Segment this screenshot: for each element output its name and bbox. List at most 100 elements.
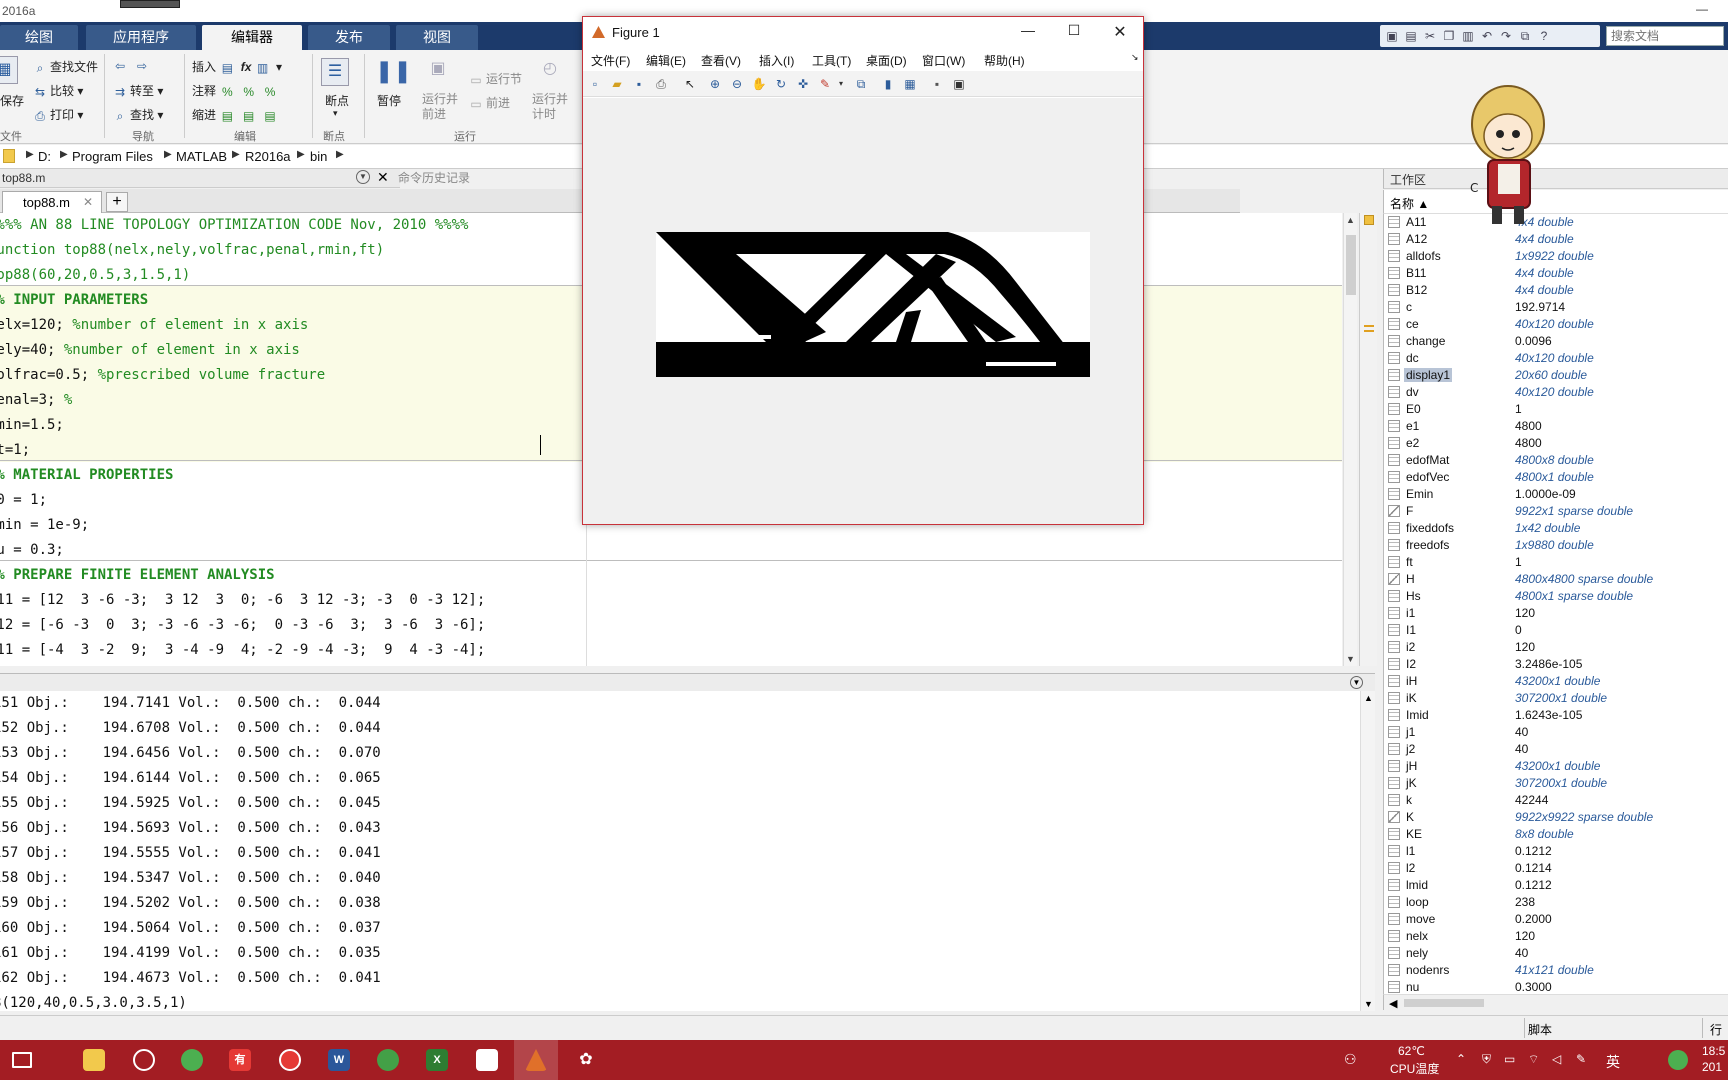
- warning-marker[interactable]: [1364, 330, 1374, 332]
- run-and-time-button[interactable]: 运行并 计时: [532, 92, 568, 122]
- workspace-row[interactable]: F 9922x1 sparse double: [1384, 503, 1728, 520]
- workspace-row[interactable]: j2 40: [1384, 741, 1728, 758]
- save-button[interactable]: 保存: [0, 92, 24, 109]
- figure-title-bar[interactable]: Figure 1 — ☐ ✕: [583, 17, 1143, 47]
- workspace-row[interactable]: nodenrs 41x121 double: [1384, 962, 1728, 979]
- clock-date[interactable]: 201: [1702, 1060, 1722, 1074]
- workspace-row[interactable]: KE 8x8 double: [1384, 826, 1728, 843]
- rotate-icon[interactable]: ↻: [773, 76, 789, 92]
- redo-icon[interactable]: ↷: [1498, 28, 1514, 44]
- panel-options-icon[interactable]: ▼: [356, 170, 370, 184]
- menu-help[interactable]: 帮助(H): [984, 52, 1025, 69]
- workspace-row[interactable]: iH 43200x1 double: [1384, 673, 1728, 690]
- command-history-label[interactable]: 命令历史记录: [398, 169, 470, 186]
- youdao-icon[interactable]: 有: [229, 1049, 251, 1071]
- clock-time[interactable]: 18:5: [1702, 1044, 1725, 1058]
- workspace-row[interactable]: jH 43200x1 double: [1384, 758, 1728, 775]
- netease-music-icon[interactable]: [279, 1049, 301, 1071]
- workspace-row[interactable]: E0 1: [1384, 401, 1728, 418]
- legend-icon[interactable]: ▦: [902, 76, 918, 92]
- data-cursor-icon[interactable]: ✜: [795, 76, 811, 92]
- workspace-row[interactable]: l1 0.1212: [1384, 843, 1728, 860]
- close-tab-icon[interactable]: ✕: [83, 195, 93, 209]
- scroll-down-icon[interactable]: ▼: [1364, 999, 1373, 1009]
- code-line[interactable]: B11 = [-4 3 -2 9; 3 -4 -9 4; -2 -9 -4 -3…: [0, 638, 1330, 663]
- workspace-row[interactable]: ce 40x120 double: [1384, 316, 1728, 333]
- goto-button[interactable]: ⇉ 转至 ▾: [112, 82, 163, 100]
- task-view-icon[interactable]: [12, 1052, 32, 1068]
- workspace-row[interactable]: Emin 1.0000e-09: [1384, 486, 1728, 503]
- breadcrumb-r2016a[interactable]: R2016a: [245, 149, 291, 164]
- network-monitor-icon[interactable]: [1668, 1050, 1688, 1070]
- tab-publish[interactable]: 发布: [308, 25, 390, 50]
- workspace-row[interactable]: H 4800x4800 sparse double: [1384, 571, 1728, 588]
- volume-icon[interactable]: ◁: [1552, 1052, 1561, 1066]
- workspace-row[interactable]: Hs 4800x1 sparse double: [1384, 588, 1728, 605]
- workspace-row[interactable]: nely 40: [1384, 945, 1728, 962]
- breakpoints-button[interactable]: 断点: [325, 92, 349, 109]
- zoom-in-icon[interactable]: ⊕: [707, 76, 723, 92]
- undo-icon[interactable]: ↶: [1479, 28, 1495, 44]
- workspace-row[interactable]: move 0.2000: [1384, 911, 1728, 928]
- battery-icon[interactable]: ▭: [1504, 1052, 1515, 1066]
- help-icon[interactable]: ?: [1536, 28, 1552, 44]
- hide-plot-tools-icon[interactable]: ▪: [929, 76, 945, 92]
- advance-button[interactable]: ▭ 前进: [468, 94, 510, 112]
- new-tab-button[interactable]: +: [106, 192, 128, 212]
- minimize-icon[interactable]: —: [1013, 22, 1043, 38]
- breadcrumb-matlab[interactable]: MATLAB: [176, 149, 227, 164]
- wifi-icon[interactable]: ⌔: [1528, 1052, 1539, 1067]
- workspace-row[interactable]: jK 307200x1 double: [1384, 775, 1728, 792]
- people-icon[interactable]: ⚇: [1344, 1051, 1357, 1068]
- minimize-icon[interactable]: —: [1696, 2, 1708, 16]
- command-window[interactable]: It.: 151 Obj.: 194.7141 Vol.: 0.500 ch.:…: [0, 691, 1360, 1011]
- workspace-hscrollbar[interactable]: ◀: [1383, 994, 1728, 1010]
- workspace-row[interactable]: lmid 0.1212: [1384, 877, 1728, 894]
- tab-apps[interactable]: 应用程序: [86, 25, 196, 50]
- code-line[interactable]: A11 = [12 3 -6 -3; 3 12 3 0; -6 3 12 -3;…: [0, 588, 1330, 613]
- menu-window[interactable]: 窗口(W): [922, 52, 965, 69]
- workspace-row[interactable]: i1 120: [1384, 605, 1728, 622]
- app-icon[interactable]: ✿: [575, 1049, 597, 1071]
- office-icon[interactable]: W: [328, 1049, 350, 1071]
- menu-desktop[interactable]: 桌面(D): [866, 52, 907, 69]
- open-file-icon[interactable]: ▰: [609, 76, 625, 92]
- code-line[interactable]: A12 = [-6 -3 0 3; -3 -6 -3 -6; 0 -3 -6 3…: [0, 613, 1330, 638]
- workspace-row[interactable]: c 192.9714: [1384, 299, 1728, 316]
- chevron-up-icon[interactable]: ⌃: [1456, 1052, 1466, 1066]
- workspace-row[interactable]: fixeddofs 1x42 double: [1384, 520, 1728, 537]
- workspace-row[interactable]: A12 4x4 double: [1384, 231, 1728, 248]
- workspace-row[interactable]: Imid 1.6243e-105: [1384, 707, 1728, 724]
- show-plot-tools-icon[interactable]: ▣: [951, 76, 967, 92]
- menu-tools[interactable]: 工具(T): [812, 52, 851, 69]
- workspace-row[interactable]: ft 1: [1384, 554, 1728, 571]
- figure-canvas[interactable]: [583, 98, 1143, 524]
- print-icon[interactable]: ⎙: [653, 76, 669, 92]
- workspace-row[interactable]: nu 0.3000: [1384, 979, 1728, 994]
- pen-icon[interactable]: ✎: [1576, 1052, 1586, 1066]
- workspace-row[interactable]: I1 0: [1384, 622, 1728, 639]
- workspace-row[interactable]: dc 40x120 double: [1384, 350, 1728, 367]
- scroll-thumb[interactable]: [1346, 235, 1356, 295]
- back-button[interactable]: ⇦: [112, 58, 130, 74]
- scroll-up-icon[interactable]: ▲: [1346, 215, 1355, 225]
- dock-arrow-icon[interactable]: ↘: [1131, 52, 1139, 63]
- run-time-icon[interactable]: ◴: [536, 56, 564, 84]
- breadcrumb-program-files[interactable]: Program Files: [72, 149, 153, 164]
- workspace-row[interactable]: e1 4800: [1384, 418, 1728, 435]
- pan-icon[interactable]: ✋: [751, 76, 767, 92]
- workspace-row[interactable]: B11 4x4 double: [1384, 265, 1728, 282]
- menu-insert[interactable]: 插入(I): [759, 52, 794, 69]
- scroll-down-icon[interactable]: ▼: [1346, 654, 1355, 664]
- browser-icon[interactable]: [181, 1049, 203, 1071]
- print-button[interactable]: ⎙ 打印 ▾: [32, 106, 83, 124]
- save-icon[interactable]: ▦: [0, 56, 18, 84]
- breadcrumb-drive[interactable]: D:: [38, 149, 51, 164]
- file-explorer-icon[interactable]: [83, 1049, 105, 1071]
- zoom-out-icon[interactable]: ⊖: [729, 76, 745, 92]
- shield-icon[interactable]: ⛨: [1482, 1052, 1491, 1067]
- clock-app-icon[interactable]: [133, 1049, 155, 1071]
- workspace-row[interactable]: K 9922x9922 sparse double: [1384, 809, 1728, 826]
- workspace-list[interactable]: A11 4x4 double A12 4x4 double alldofs 1x9922 …: [1383, 214, 1728, 994]
- workspace-row[interactable]: nelx 120: [1384, 928, 1728, 945]
